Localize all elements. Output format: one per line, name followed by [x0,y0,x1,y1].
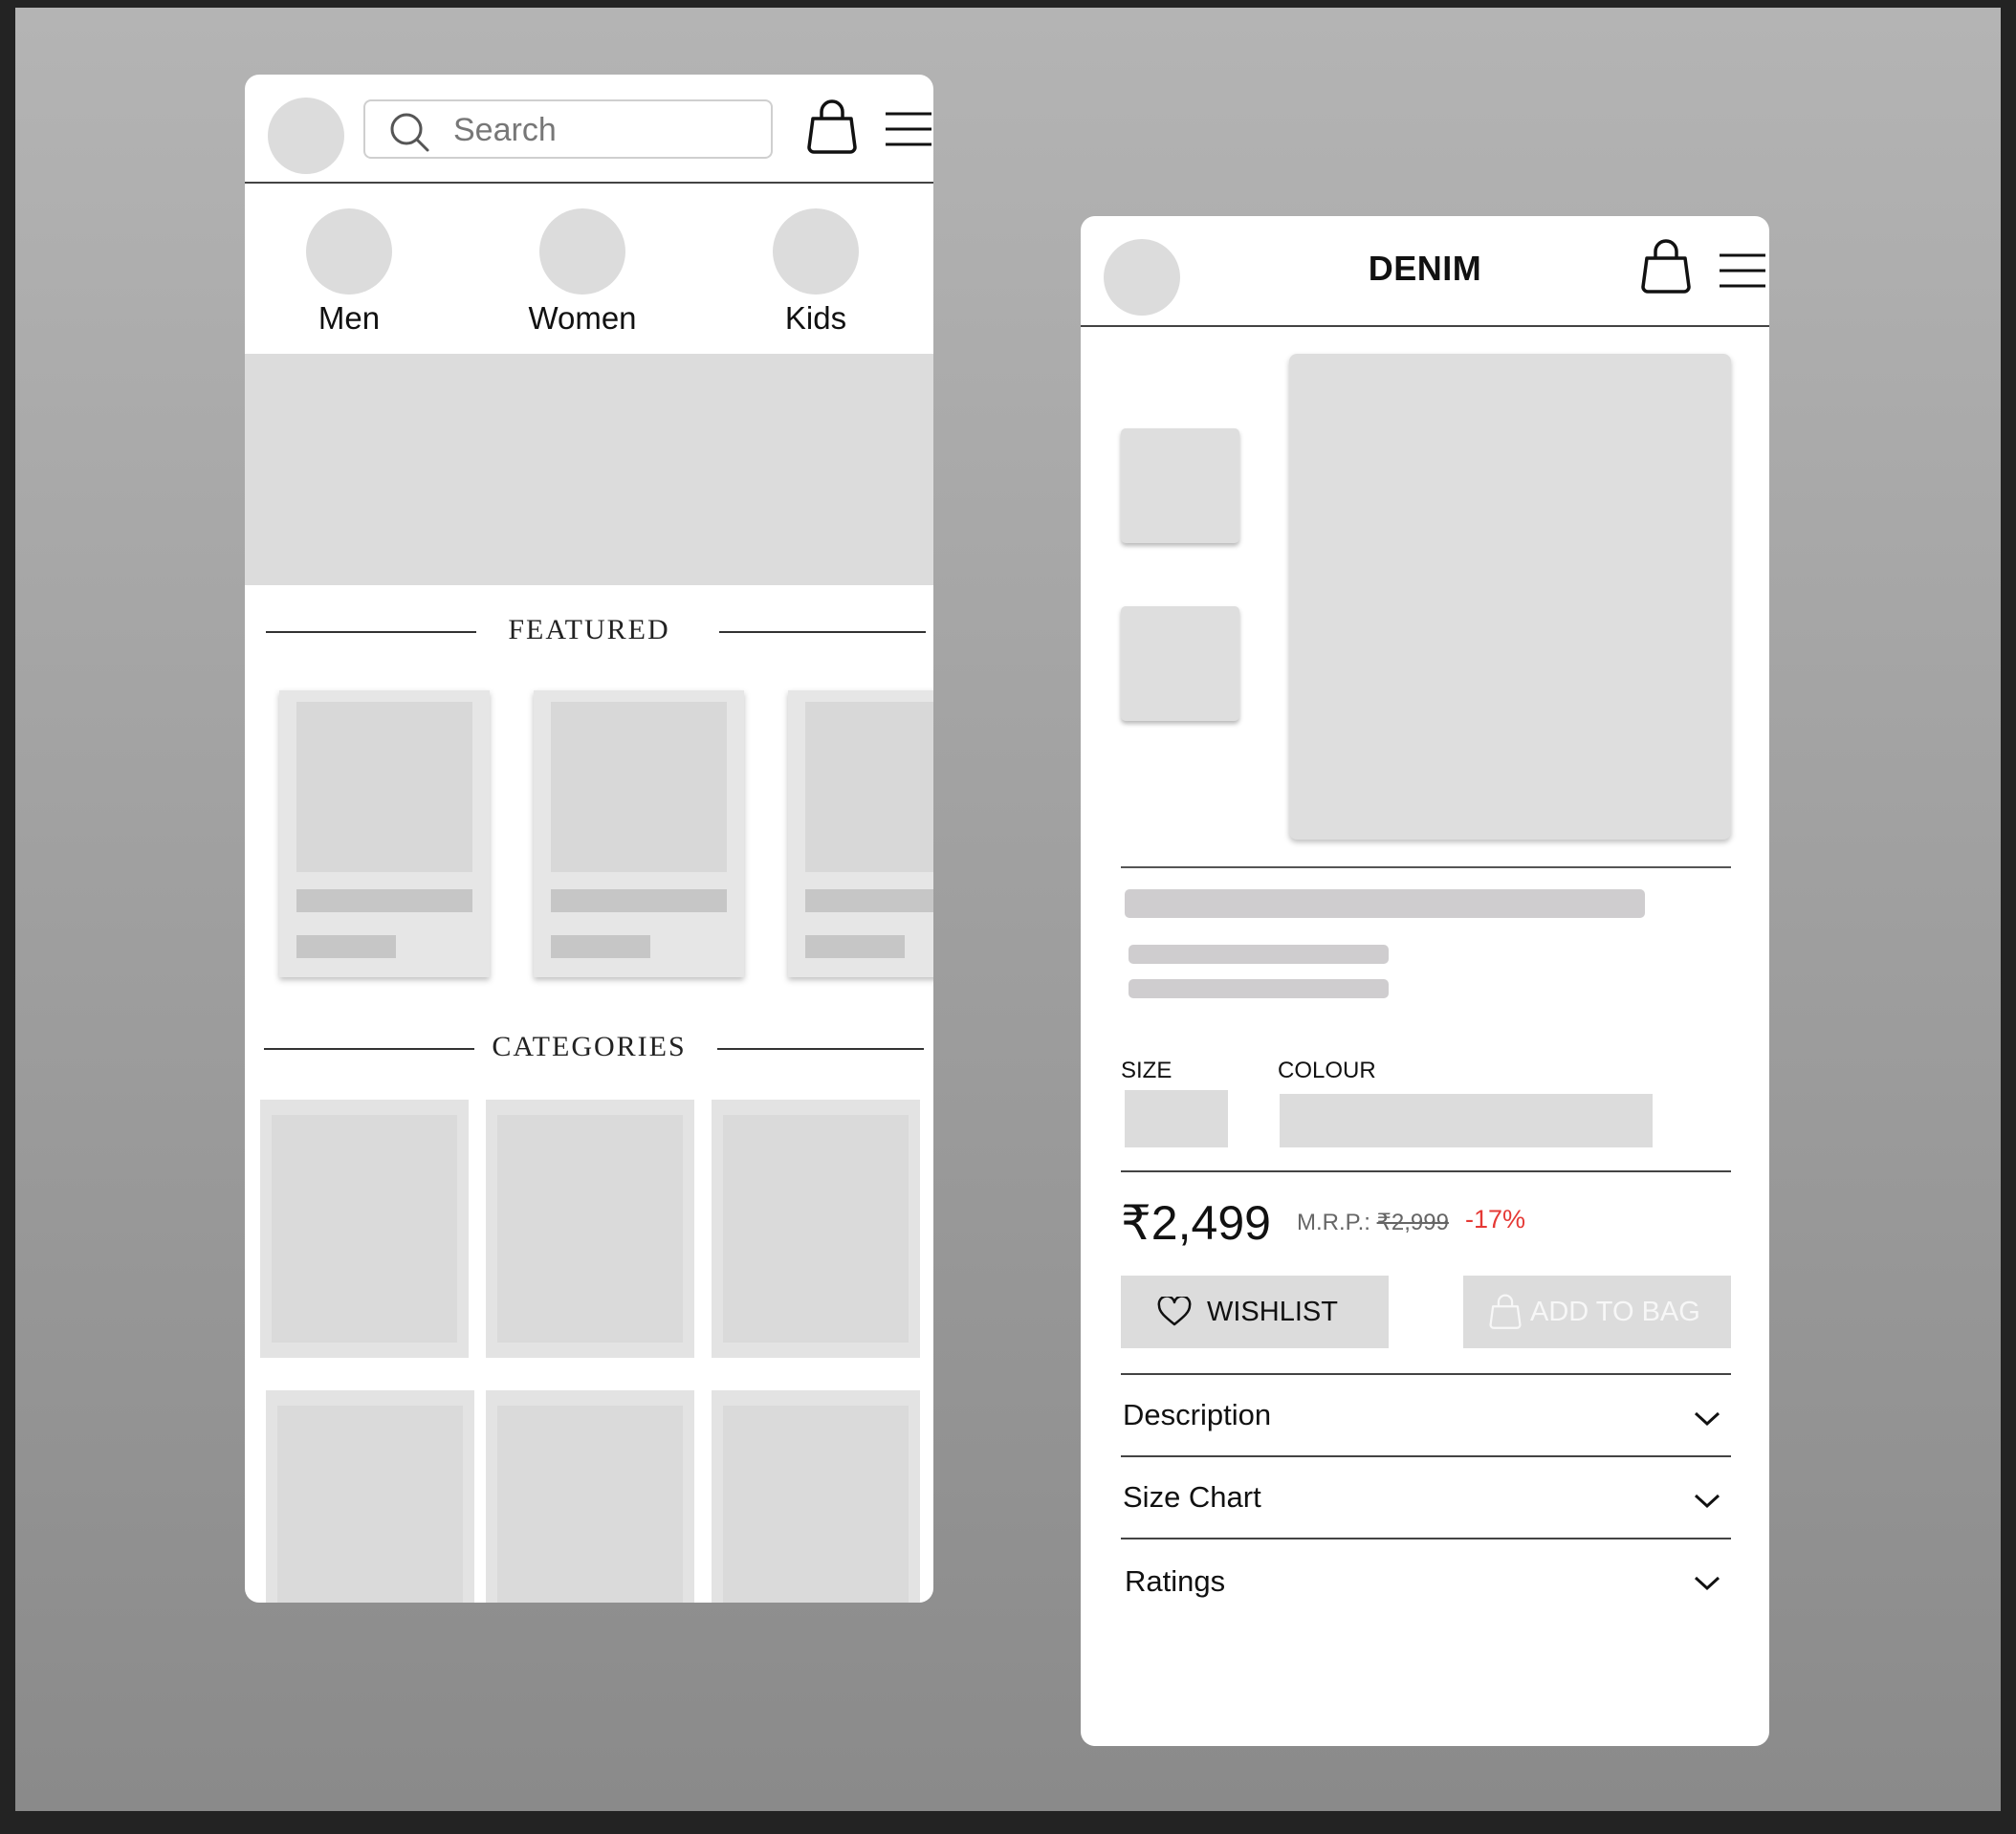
mrp-label: M.R.P.: [1297,1210,1370,1235]
shopping-bag-icon[interactable] [1639,239,1693,295]
colour-selector[interactable] [1280,1094,1653,1147]
featured-heading: FEATURED [508,614,670,645]
category-tile[interactable] [486,1100,694,1358]
colour-label: COLOUR [1278,1058,1376,1083]
add-to-bag-label: ADD TO BAG [1530,1296,1700,1327]
mrp: M.R.P.: ₹2,999 [1297,1209,1449,1236]
image-divider [1121,866,1731,868]
add-to-bag-button[interactable]: ADD TO BAG [1463,1276,1731,1348]
product-name-placeholder [296,889,472,912]
header-divider [1081,325,1769,327]
mrp-value: ₹2,999 [1376,1210,1449,1235]
category-men-label: Men [318,300,381,336]
product-image [551,702,727,872]
product-price-placeholder [296,935,396,958]
featured-product-card[interactable] [534,690,744,977]
product-thumbnail[interactable] [1121,428,1239,543]
size-selector[interactable] [1125,1090,1228,1147]
chevron-down-icon [1694,1411,1720,1427]
hamburger-menu-icon[interactable] [1718,252,1767,289]
categories-rule-right [717,1048,924,1050]
search-icon [390,113,429,152]
featured-product-card[interactable] [788,690,933,977]
accordion-divider [1121,1538,1731,1539]
home-screen: Men Women Kids FEATURED CATEGORIES [245,75,933,1603]
category-tile[interactable] [712,1100,920,1358]
category-kids-image [773,208,859,295]
category-women-label: Women [528,300,637,336]
shopping-bag-icon[interactable] [805,99,859,155]
accordion-label: Size Chart [1123,1480,1261,1514]
category-kids-label: Kids [784,300,847,336]
featured-rule-right [719,631,926,633]
chevron-down-icon [1694,1576,1720,1591]
heart-icon [1157,1297,1192,1326]
featured-product-card[interactable] [279,690,490,977]
product-price-placeholder [805,935,905,958]
shopping-bag-icon [1489,1294,1522,1329]
category-women-image [539,208,625,295]
wishlist-label: WISHLIST [1207,1296,1338,1327]
logo-avatar[interactable] [268,98,344,174]
product-detail-placeholder [1129,945,1389,964]
product-name-placeholder [551,889,727,912]
hamburger-menu-icon[interactable] [884,111,933,147]
product-image [805,702,933,872]
category-tile[interactable] [486,1390,694,1603]
category-tile[interactable] [712,1390,920,1603]
accordion-divider [1121,1373,1731,1375]
product-detail-screen: DENIM SIZE COLOUR ₹2,499 M.R.P.: ₹2,999 … [1081,216,1769,1746]
accordion-label: Ratings [1125,1564,1226,1598]
options-divider [1121,1170,1731,1172]
price: ₹2,499 [1121,1196,1271,1250]
category-men-image [306,208,392,295]
search-input[interactable] [451,111,761,149]
hero-banner[interactable] [245,354,933,585]
product-thumbnail[interactable] [1121,606,1239,721]
header-divider [245,182,933,184]
chevron-down-icon [1694,1494,1720,1509]
accordion-divider [1121,1455,1731,1457]
accordion-label: Description [1123,1398,1272,1431]
category-tile[interactable] [266,1390,474,1603]
wishlist-button[interactable]: WISHLIST [1121,1276,1389,1348]
product-price-placeholder [551,935,650,958]
search-bar[interactable] [363,99,773,159]
categories-heading: CATEGORIES [492,1031,687,1062]
discount-badge: -17% [1465,1205,1526,1234]
category-tile[interactable] [260,1100,469,1358]
product-name-placeholder [1125,889,1645,918]
product-main-image[interactable] [1289,354,1731,840]
product-name-placeholder [805,889,933,912]
product-detail-placeholder [1129,979,1389,998]
product-image [296,702,472,872]
size-label: SIZE [1121,1058,1172,1083]
